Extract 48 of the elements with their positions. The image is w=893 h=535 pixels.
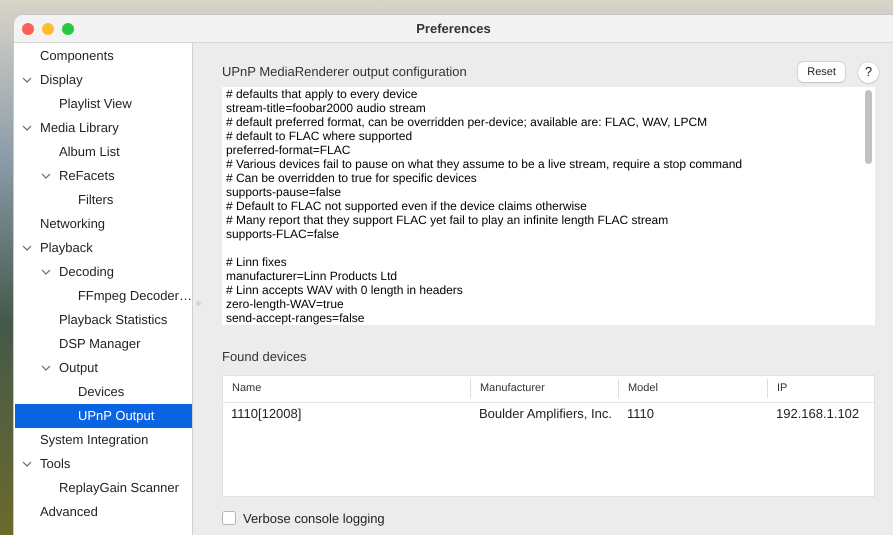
chevron-down-icon[interactable] xyxy=(22,461,32,467)
config-text: # defaults that apply to every device stream-title=foobar2000 audio stream # default preferred format, can be overridden per-device; available are: FLAC, WAV, LPCM # default to FLAC where supported preferred-format=FLAC # Various devices fail to pause on what they assume to be a live stream, require a stop command # Can be overridden to true for specific devices supports-pause=false # Default to FLAC not supported even if the device claims otherwise # Many report that they support FLAC yet fail to play an infinite length FLAC stream supports-FLAC=false # Linn fixes manufacturer=Linn Products Ltd # Linn accepts WAV with 0 length in headers zero-length-WAV=true send-accept-ranges=false xyxy=(225,87,744,325)
close-button[interactable] xyxy=(22,22,34,34)
sidebar-item[interactable]: Advanced xyxy=(15,500,192,524)
table-cell-text: 192.168.1.102 xyxy=(775,404,860,423)
sidebar-item[interactable]: System Integration xyxy=(15,428,192,452)
table-cell-text: 1110 xyxy=(626,404,655,423)
sidebar-item[interactable]: Tools xyxy=(15,452,192,476)
sidebar-item[interactable]: Playlist View xyxy=(15,92,192,116)
column-header[interactable]: IP xyxy=(768,379,874,398)
column-header[interactable]: Manufacturer xyxy=(471,379,619,398)
scroll-thumb[interactable] xyxy=(864,90,872,164)
sidebar-item[interactable]: ReFacets xyxy=(15,164,192,188)
table-cell-text: Boulder Amplifiers, Inc. xyxy=(478,404,613,423)
chevron-down-icon[interactable] xyxy=(41,173,51,179)
sidebar-item[interactable]: Decoding xyxy=(15,260,192,284)
sidebar-item[interactable]: Networking xyxy=(15,212,192,236)
table-row[interactable]: 1110[12008] Boulder Amplifiers, Inc. 1110 192.168.1.102 xyxy=(223,402,874,424)
config-text-area[interactable] xyxy=(222,87,875,325)
chevron-down-icon[interactable] xyxy=(22,77,32,83)
chevron-down-icon[interactable] xyxy=(22,245,32,251)
sidebar-item[interactable]: Components xyxy=(15,44,192,68)
sidebar-item[interactable]: ReplayGain Scanner xyxy=(15,476,192,500)
checkbox[interactable] xyxy=(222,511,236,526)
sidebar-item[interactable]: FFmpeg Decoder… xyxy=(15,284,192,308)
sidebar-item[interactable]: DSP Manager xyxy=(15,332,192,356)
sidebar-item[interactable]: Devices xyxy=(15,380,192,404)
chevron-down-icon[interactable] xyxy=(41,365,51,371)
sidebar-item[interactable]: UPnP Output xyxy=(15,404,192,428)
chevron-down-icon[interactable] xyxy=(22,125,32,131)
checkbox-label: Verbose console logging xyxy=(243,510,385,528)
window-title: Preferences xyxy=(416,20,491,38)
sidebar-item[interactable]: Album List xyxy=(15,140,192,164)
sidebar-item[interactable]: Media Library xyxy=(15,116,192,140)
section-title: UPnP MediaRenderer output configuration xyxy=(222,63,468,82)
sidebar-item[interactable]: Playback xyxy=(15,236,192,260)
section-title: Found devices xyxy=(222,348,308,366)
sidebar-item[interactable]: Display xyxy=(15,68,192,92)
sidebar-item[interactable]: Output xyxy=(15,356,192,380)
sidebar-item[interactable]: Filters xyxy=(15,188,192,212)
chevron-down-icon[interactable] xyxy=(41,269,51,275)
table-cell-text: 1110[12008] xyxy=(230,404,302,423)
column-header[interactable]: Name xyxy=(223,379,471,398)
sidebar-item[interactable]: Playback Statistics xyxy=(15,308,192,332)
reset-button[interactable]: Reset xyxy=(798,62,845,82)
divider-handle-icon[interactable] xyxy=(196,300,201,306)
column-header[interactable]: Model xyxy=(619,379,768,398)
help-button[interactable]: ? xyxy=(858,62,879,82)
